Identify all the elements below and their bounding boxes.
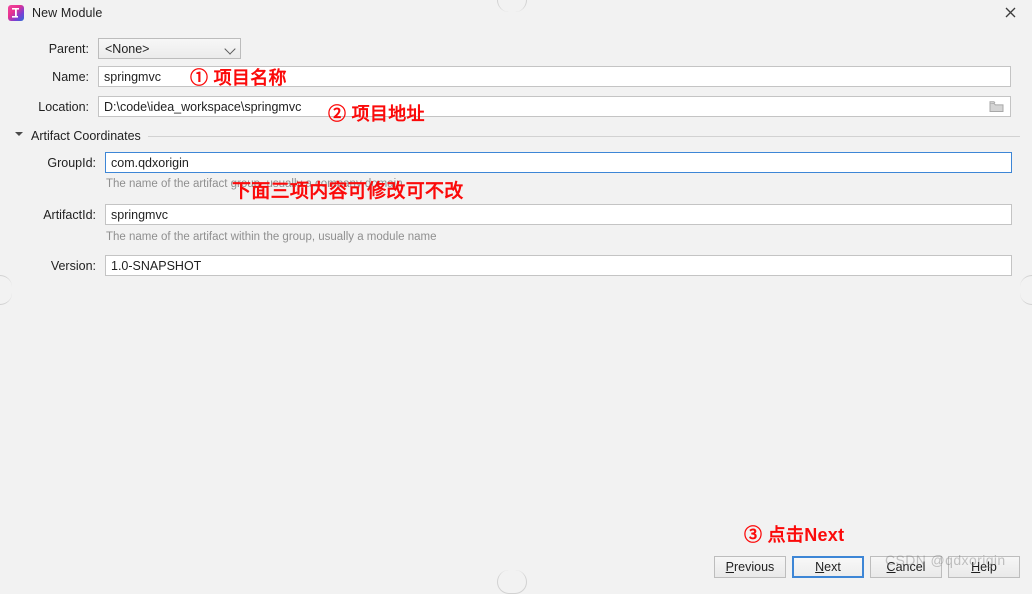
parent-dropdown[interactable]: <None> xyxy=(98,38,241,59)
name-row: Name: springmvc xyxy=(0,66,1011,87)
artifactid-row: ArtifactId: springmvc xyxy=(0,204,1012,225)
location-row: Location: D:\code\idea_workspace\springm… xyxy=(0,96,1011,117)
previous-button-label: Previous xyxy=(725,560,775,574)
dialog-button-bar: Previous Next Cancel Help xyxy=(714,556,1020,578)
groupid-row: GroupId: com.qdxorigin xyxy=(0,152,1012,173)
next-button-label: Next xyxy=(815,560,841,574)
location-input[interactable]: D:\code\idea_workspace\springmvc xyxy=(98,96,1011,117)
artifactid-input-value: springmvc xyxy=(111,207,168,222)
groupid-input[interactable]: com.qdxorigin xyxy=(105,152,1012,173)
cancel-button-label: Cancel xyxy=(886,560,926,574)
window-edge-artifact-bottom xyxy=(497,570,527,594)
artifact-coordinates-title: Artifact Coordinates xyxy=(31,129,141,143)
previous-button[interactable]: Previous xyxy=(714,556,786,578)
name-label: Name: xyxy=(52,69,89,84)
location-input-value: D:\code\idea_workspace\springmvc xyxy=(104,99,302,114)
dialog-title-bar: New Module xyxy=(0,0,1032,25)
module-form: Parent: <None> Name: springmvc Location:… xyxy=(0,32,1032,546)
version-row: Version: 1.0-SNAPSHOT xyxy=(0,255,1012,276)
artifactid-input[interactable]: springmvc xyxy=(105,204,1012,225)
help-button[interactable]: Help xyxy=(948,556,1020,578)
cancel-button[interactable]: Cancel xyxy=(870,556,942,578)
artifactid-label: ArtifactId: xyxy=(43,207,96,222)
new-module-dialog: New Module Parent: <None> Name: springmv… xyxy=(0,0,1032,594)
parent-label: Parent: xyxy=(48,41,89,56)
name-input-value: springmvc xyxy=(104,69,161,84)
groupid-label: GroupId: xyxy=(47,155,96,170)
name-input[interactable]: springmvc xyxy=(98,66,1011,87)
version-label: Version: xyxy=(50,258,96,273)
triangle-down-icon xyxy=(15,132,23,140)
location-label: Location: xyxy=(38,99,89,114)
version-input[interactable]: 1.0-SNAPSHOT xyxy=(105,255,1012,276)
artifactid-help-text: The name of the artifact within the grou… xyxy=(106,231,437,243)
close-icon[interactable] xyxy=(988,0,1032,25)
version-input-value: 1.0-SNAPSHOT xyxy=(111,258,202,273)
artifact-coordinates-section-header[interactable]: Artifact Coordinates xyxy=(15,129,1020,143)
dialog-title: New Module xyxy=(32,5,103,20)
folder-icon[interactable] xyxy=(989,100,1004,113)
parent-row: Parent: <None> xyxy=(0,38,241,59)
parent-selected-value: <None> xyxy=(105,41,150,56)
chevron-down-icon xyxy=(225,43,236,54)
groupid-help-text: The name of the artifact group, usually … xyxy=(106,178,403,190)
section-divider xyxy=(147,135,1020,137)
next-button[interactable]: Next xyxy=(792,556,864,578)
intellij-idea-icon xyxy=(8,4,24,21)
help-button-label: Help xyxy=(971,560,997,574)
groupid-input-value: com.qdxorigin xyxy=(111,155,189,170)
